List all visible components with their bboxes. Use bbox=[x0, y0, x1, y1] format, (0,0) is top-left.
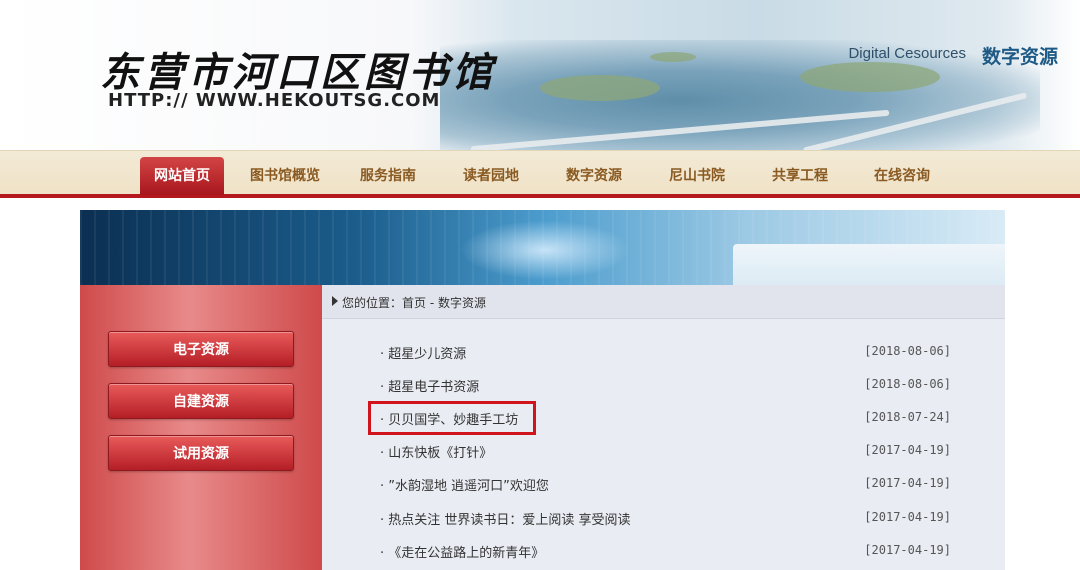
breadcrumb-bar: 您的位置：首页 - 数字资源 bbox=[322, 285, 1005, 319]
list-item-title[interactable]: · 热点关注 世界读书日：爱上阅读 享受阅读 bbox=[380, 509, 631, 528]
list-item-date: [2018-07-24] bbox=[864, 410, 951, 424]
list-item[interactable]: · 山东快板《打针》 [2017-04-19] bbox=[322, 434, 1005, 467]
banner-label-box bbox=[733, 244, 1005, 285]
header-island bbox=[540, 75, 660, 101]
list-item-date: [2017-04-19] bbox=[864, 510, 951, 524]
library-logo-url: HTTP:// WWW.HEKOUTSG.COM bbox=[108, 90, 441, 111]
sidebar-item-self-built-resources[interactable]: 自建资源 bbox=[108, 383, 294, 419]
sidebar: 电子资源 自建资源 试用资源 bbox=[80, 285, 322, 570]
breadcrumb-arrow-icon bbox=[332, 296, 338, 306]
main-nav: 网站首页 图书馆概览 服务指南 读者园地 数字资源 尼山书院 共享工程 在线咨询 bbox=[0, 150, 1080, 198]
header-island bbox=[650, 52, 696, 62]
list-item-title[interactable]: · 山东快板《打针》 bbox=[380, 442, 492, 461]
banner-figure-glow bbox=[460, 220, 630, 280]
nav-item-service-guide[interactable]: 服务指南 bbox=[346, 163, 430, 189]
list-item-date: [2018-08-06] bbox=[864, 377, 951, 391]
list-item-title[interactable]: · 《走在公益路上的新青年》 bbox=[380, 542, 544, 561]
list-item[interactable]: · ”水韵湿地 逍遥河口”欢迎您 [2017-04-19] bbox=[322, 467, 1005, 500]
breadcrumb: 您的位置：首页 - 数字资源 bbox=[342, 296, 486, 310]
nav-item-reader-garden[interactable]: 读者园地 bbox=[449, 163, 533, 189]
nav-item-overview[interactable]: 图书馆概览 bbox=[243, 163, 327, 189]
list-item-title[interactable]: · 超星少儿资源 bbox=[380, 343, 466, 362]
list-item-date: [2018-08-06] bbox=[864, 344, 951, 358]
banner-english-title: Digital Cesources bbox=[848, 45, 966, 62]
list-item-title[interactable]: · 超星电子书资源 bbox=[380, 376, 479, 395]
nav-item-sharing-project[interactable]: 共享工程 bbox=[758, 163, 842, 189]
section-banner bbox=[80, 210, 1005, 285]
site-header: 东营市河口区图书馆 HTTP:// WWW.HEKOUTSG.COM bbox=[0, 0, 1080, 150]
nav-item-digital-resources[interactable]: 数字资源 bbox=[552, 163, 636, 189]
list-item-date: [2017-04-19] bbox=[864, 476, 951, 490]
list-item[interactable]: · 热点关注 世界读书日：爱上阅读 享受阅读 [2017-04-19] bbox=[322, 501, 1005, 534]
sidebar-item-trial-resources[interactable]: 试用资源 bbox=[108, 435, 294, 471]
banner-chinese-title: 数字资源 bbox=[981, 46, 1058, 68]
list-item[interactable]: · 超星电子书资源 [2018-08-06] bbox=[322, 368, 1005, 401]
list-item-date: [2017-04-19] bbox=[864, 443, 951, 457]
sidebar-item-electronic-resources[interactable]: 电子资源 bbox=[108, 331, 294, 367]
list-item[interactable]: · 《走在公益路上的新青年》 [2017-04-19] bbox=[322, 534, 1005, 567]
nav-item-online-consult[interactable]: 在线咨询 bbox=[860, 163, 944, 189]
highlight-box bbox=[368, 401, 536, 435]
list-item-title[interactable]: · ”水韵湿地 逍遥河口”欢迎您 bbox=[380, 475, 549, 494]
list-item-date: [2017-04-19] bbox=[864, 543, 951, 557]
nav-item-nishan-academy[interactable]: 尼山书院 bbox=[655, 163, 739, 189]
header-island bbox=[800, 62, 940, 92]
nav-item-home[interactable]: 网站首页 bbox=[140, 157, 224, 195]
list-item[interactable]: · 超星少儿资源 [2018-08-06] bbox=[322, 335, 1005, 368]
